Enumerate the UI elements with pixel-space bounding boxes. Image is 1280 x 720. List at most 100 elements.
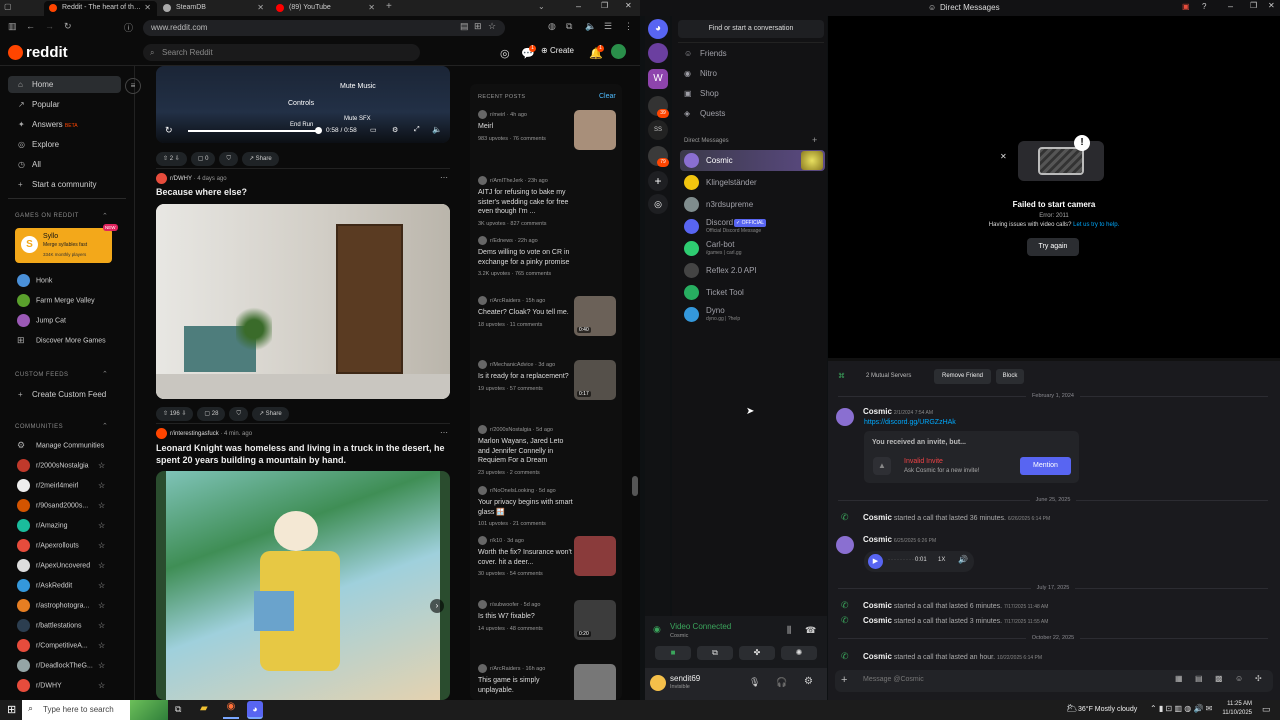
headphones-icon[interactable]: 🎧 — [776, 677, 787, 688]
discord-taskbar-icon[interactable]: ◕ — [247, 701, 263, 719]
favorite-star-icon[interactable]: ☆ — [98, 661, 105, 670]
sidebar-toggle-icon[interactable]: ▥ — [8, 21, 17, 32]
share-button[interactable]: ↗ Share — [241, 152, 279, 166]
video-scrubber[interactable] — [315, 127, 322, 134]
favorite-star-icon[interactable]: ☆ — [98, 681, 105, 690]
page-scrollbar[interactable] — [632, 476, 638, 496]
favorite-star-icon[interactable]: ☆ — [98, 621, 105, 630]
discover-more-games[interactable]: ⊞ Discover More Games — [17, 334, 106, 348]
more-options-icon[interactable]: ⋯ — [440, 173, 448, 182]
soundboard-button[interactable]: ✺ — [781, 646, 817, 660]
recent-post-item[interactable]: r/ArcRaiders · 16h ago This game is simpl… — [478, 664, 620, 704]
reddit-search-input[interactable]: ⌕ Search Reddit — [143, 44, 420, 61]
dm-item[interactable]: Dyno dyno.gg | ?help — [684, 306, 824, 327]
community-item[interactable]: r/DeadlockTheG... — [17, 659, 93, 673]
notification-center-icon[interactable]: ▭ — [1262, 704, 1271, 715]
minimize-icon[interactable]: – — [576, 1, 581, 11]
create-post-button[interactable]: ⊕ Create — [541, 46, 574, 55]
community-item[interactable]: r/battlestations — [17, 619, 82, 633]
weather-text[interactable]: 36°F Mostly cloudy — [1078, 706, 1137, 713]
replay-icon[interactable]: ↻ — [165, 125, 173, 136]
windows-start-icon[interactable]: ⊞ — [7, 703, 16, 716]
custom-feeds-header[interactable]: CUSTOM FEEDS — [15, 372, 69, 378]
favorite-star-icon[interactable]: ☆ — [98, 641, 105, 650]
community-item[interactable]: r/AskReddit — [17, 579, 72, 593]
add-server-icon[interactable]: + — [648, 171, 668, 191]
community-item[interactable]: r/ApexUncovered — [17, 559, 90, 573]
new-tab-icon[interactable]: + — [386, 1, 392, 12]
community-item[interactable]: r/2000sNostalgia — [17, 459, 89, 473]
close-window-icon[interactable]: ✕ — [625, 1, 632, 10]
clock-date[interactable]: 11/10/2025 — [1220, 710, 1252, 716]
award-button[interactable]: ⛉ — [229, 407, 248, 421]
close-tab-icon[interactable]: ✕ — [257, 1, 264, 15]
community-item[interactable]: r/2meirl4meirl — [17, 479, 78, 493]
post-image[interactable] — [156, 204, 450, 399]
try-again-button[interactable]: Try again — [1027, 238, 1079, 256]
community-item[interactable]: r/DWHY — [17, 679, 62, 693]
games-section-header[interactable]: GAMES ON REDDIT — [15, 213, 79, 219]
nav-nitro[interactable]: ◉ Nitro — [684, 69, 717, 78]
award-button[interactable]: ⛉ — [219, 152, 238, 166]
manage-communities[interactable]: ⚙ Manage Communities — [17, 439, 104, 453]
play-icon[interactable]: ▶ — [868, 554, 883, 569]
url-field[interactable]: www.reddit.com — [143, 20, 505, 36]
cosmic-avatar[interactable] — [836, 408, 854, 426]
file-explorer-icon[interactable]: ▰ — [200, 703, 208, 714]
favorite-star-icon[interactable]: ☆ — [98, 581, 105, 590]
video-player[interactable]: Mute Music Controls Mute SFX End Run ↻ 0… — [156, 66, 450, 143]
clock-time[interactable]: 11:25 AM — [1222, 701, 1252, 707]
favorite-star-icon[interactable]: ☆ — [488, 21, 496, 32]
playback-speed-button[interactable]: 1X — [938, 557, 945, 563]
block-button[interactable]: Block — [996, 369, 1024, 384]
captions-icon[interactable]: ▭ — [370, 126, 377, 134]
chevron-up-icon[interactable]: ⌃ — [102, 212, 108, 220]
server-icon[interactable] — [648, 43, 668, 63]
reddit-logo[interactable]: reddit — [8, 44, 68, 61]
nav-answers[interactable]: ✦ Answers BETA — [18, 120, 78, 129]
collapse-sidebar-icon[interactable]: ≡ — [125, 78, 141, 94]
activities-button[interactable]: ✤ — [739, 646, 775, 660]
recent-post-item[interactable]: r/meirl · 4h ago Meirl 983 upvotes · 76 co… — [478, 110, 620, 150]
signal-icon[interactable]: ◉ — [653, 624, 661, 635]
communities-header[interactable]: COMMUNITIES — [15, 424, 63, 430]
comments-button[interactable]: ▢ 28 — [197, 407, 226, 421]
favorite-star-icon[interactable]: ☆ — [98, 481, 105, 490]
post-dwhy[interactable]: r/DWHY · 4 days ago Because where else? … — [156, 173, 450, 197]
community-item[interactable]: r/90sand2000s... — [17, 499, 88, 513]
nav-all[interactable]: ◷ All — [18, 160, 41, 169]
sticker-icon[interactable]: ▩ — [1215, 674, 1223, 683]
recent-post-item[interactable]: r/k10 · 3d ago Worth the fix? Insurance w… — [478, 536, 620, 577]
install-app-icon[interactable]: ⊞ — [474, 21, 482, 32]
vote-button[interactable]: ⇧ 196 ⇩ — [156, 407, 194, 421]
attach-plus-icon[interactable]: + — [841, 674, 847, 686]
game-farm-merge-valley[interactable]: Farm Merge Valley — [17, 294, 95, 308]
comments-button[interactable]: ▢ 0 — [190, 152, 216, 166]
task-view-icon[interactable]: ⧉ — [175, 704, 181, 715]
advertise-icon[interactable]: ◎ — [500, 47, 510, 60]
user-avatar[interactable] — [650, 675, 666, 691]
recent-post-item[interactable]: r/Ednews · 22h ago Dems willing to vote o… — [478, 236, 620, 277]
alert-icon[interactable]: ▣ — [1182, 2, 1190, 11]
nav-shop[interactable]: ▣ Shop — [684, 89, 719, 98]
chevron-up-icon[interactable]: ⌃ — [102, 422, 108, 430]
mention-button[interactable]: Mention — [1020, 457, 1071, 475]
more-options-icon[interactable]: ⋯ — [440, 428, 448, 437]
create-dm-icon[interactable]: + — [812, 135, 817, 145]
forward-icon[interactable]: → — [45, 21, 54, 31]
game-honk[interactable]: Honk — [17, 274, 52, 288]
gift-icon[interactable]: ▦ — [1175, 674, 1183, 683]
help-link[interactable]: Let us try to help. — [1073, 222, 1119, 228]
apps-icon[interactable]: ✣ — [1255, 674, 1262, 683]
favorite-star-icon[interactable]: ☆ — [98, 601, 105, 610]
maximize-icon[interactable]: ❐ — [1250, 1, 1257, 10]
post-image[interactable]: › — [156, 471, 450, 700]
tab-actions-icon[interactable]: ▢ — [4, 2, 12, 11]
maximize-icon[interactable]: ❐ — [601, 1, 608, 10]
volume-icon[interactable]: 🔈 — [432, 125, 442, 134]
community-item[interactable]: r/astrophotogra... — [17, 599, 89, 613]
firefox-icon[interactable]: ◉ — [223, 701, 239, 719]
reader-mode-icon[interactable]: ▤ — [460, 21, 469, 32]
share-button[interactable]: ↗ Share — [251, 407, 289, 421]
gif-icon[interactable]: ▤ — [1195, 674, 1203, 683]
